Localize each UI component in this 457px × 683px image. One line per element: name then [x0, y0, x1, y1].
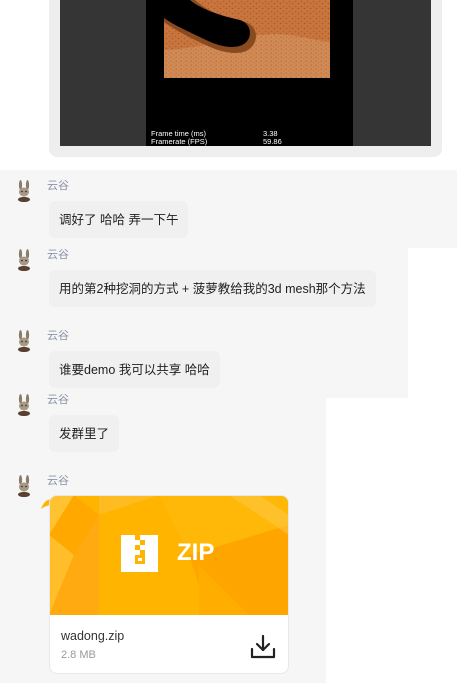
zip-file-banner[interactable]: ZIP: [50, 496, 288, 615]
file-attachment-card[interactable]: ZIP wadong.zip 2.8 MB: [49, 495, 289, 674]
framerate-row: Framerate (FPS) 59.86: [151, 138, 291, 146]
sender-name[interactable]: 云谷: [47, 249, 69, 262]
message-bubble[interactable]: 调好了 哈哈 弄一下午: [49, 201, 189, 238]
sender-name[interactable]: 云谷: [47, 330, 69, 343]
rabbit-avatar-icon[interactable]: [13, 394, 35, 417]
terrain-render: [60, 0, 431, 146]
rabbit-avatar-icon[interactable]: [13, 330, 35, 353]
message-bubble[interactable]: 谁要demo 我可以共享 哈哈: [49, 351, 220, 388]
chat-window: Frame time (ms) 3.38 Framerate (FPS) 59.…: [0, 0, 457, 683]
framerate-label: Framerate (FPS): [151, 137, 208, 146]
download-icon: [250, 634, 276, 659]
download-button[interactable]: [249, 633, 277, 661]
rabbit-avatar-icon[interactable]: [13, 180, 35, 203]
image-message[interactable]: Frame time (ms) 3.38 Framerate (FPS) 59.…: [49, 0, 442, 157]
zip-file-icon: [50, 496, 288, 615]
rabbit-avatar-icon[interactable]: [13, 249, 35, 272]
sender-name[interactable]: 云谷: [47, 180, 69, 193]
game-screenshot-image[interactable]: Frame time (ms) 3.38 Framerate (FPS) 59.…: [60, 0, 431, 146]
file-size: 2.8 MB: [61, 649, 96, 661]
file-type-label: ZIP: [177, 539, 215, 566]
file-name[interactable]: wadong.zip: [61, 629, 124, 643]
message-bubble[interactable]: 用的第2种挖洞的方式 + 菠萝教给我的3d mesh那个方法: [49, 270, 376, 307]
sender-name[interactable]: 云谷: [47, 475, 69, 488]
sender-name[interactable]: 云谷: [47, 394, 69, 407]
rabbit-avatar-icon[interactable]: [13, 475, 35, 498]
perf-stats: Frame time (ms) 3.38 Framerate (FPS) 59.…: [151, 130, 291, 146]
message-bubble[interactable]: 发群里了: [49, 415, 120, 452]
framerate-value: 59.86: [263, 137, 282, 146]
